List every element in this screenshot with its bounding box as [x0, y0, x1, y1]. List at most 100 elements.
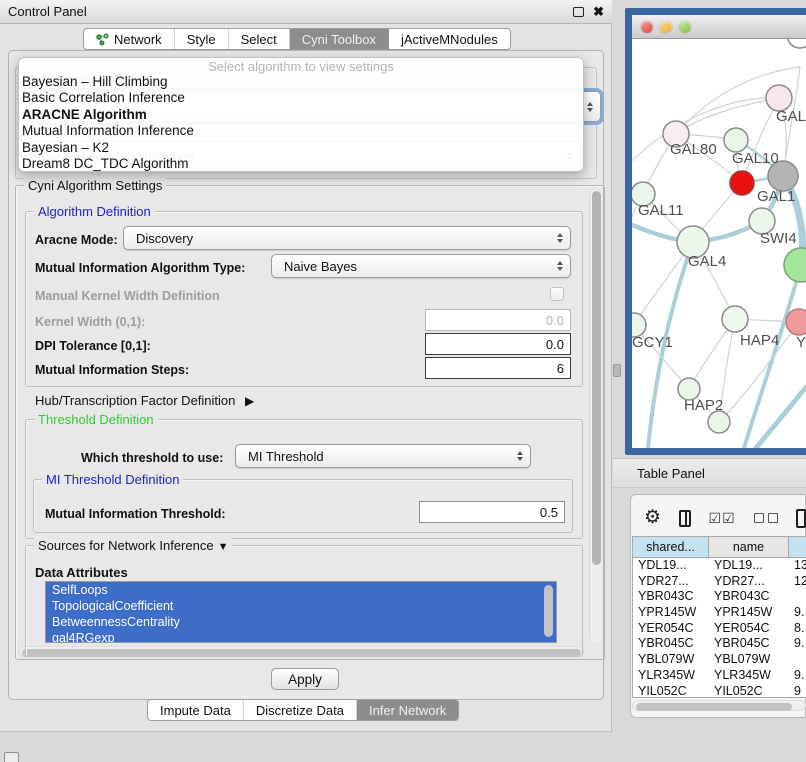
document-icon[interactable] [796, 509, 806, 528]
tab-cyni-toolbox[interactable]: Cyni Toolbox [290, 29, 389, 49]
expand-right-icon: ▶ [245, 394, 254, 408]
manual-kernel-width-checkbox[interactable] [550, 287, 564, 301]
mac-zoom-icon[interactable] [679, 21, 691, 33]
tab-infer-network[interactable]: Infer Network [357, 700, 458, 720]
select-all-checks-icon[interactable]: ☑☑ [709, 510, 736, 527]
algorithm-option[interactable]: Dream8 DC_TDC Algorithm [19, 156, 583, 172]
table-row[interactable]: YPR145WYPR145W9. [633, 605, 806, 621]
data-attribute-item[interactable]: BetweennessCentrality [46, 614, 556, 630]
algorithm-dropdown-popup: Select algorithm to view settings Bayesi… [18, 57, 584, 172]
table-row[interactable]: YBL079WYBL079W [633, 652, 806, 668]
table-cell: 9 [789, 684, 806, 699]
network-node[interactable] [784, 248, 806, 282]
network-graph: GALGAL80GAL10GAL1GAL11SWI4GAL4GCY1HAP4YH… [632, 39, 806, 448]
tab-select[interactable]: Select [229, 29, 290, 49]
mi-algorithm-type-combo[interactable]: Naive Bayes [271, 254, 571, 278]
table-cell: YDL19... [633, 558, 709, 574]
network-view-titlebar[interactable] [632, 15, 806, 39]
algorithm-option[interactable]: Bayesian – K2 [19, 140, 583, 156]
network-node[interactable] [708, 411, 730, 433]
tab-network[interactable]: Network [84, 29, 175, 49]
network-node[interactable] [787, 39, 806, 48]
column-header[interactable]: shared... [633, 537, 709, 557]
data-attribute-item[interactable]: gal4RGexp [46, 630, 556, 643]
table-cell: 9. [789, 636, 806, 652]
manual-kernel-width-label: Manual Kernel Width Definition [35, 289, 220, 303]
algorithm-option[interactable]: Basic Correlation Inference [19, 90, 583, 106]
mi-steps-label: Mutual Information Steps: [35, 363, 189, 377]
close-icon[interactable]: ✖ [593, 7, 604, 17]
aracne-mode-value: Discovery [124, 231, 193, 246]
settings-vertical-scrollbar-thumb[interactable] [592, 191, 601, 565]
table-cell: 9. [789, 668, 806, 684]
kernel-width-field[interactable]: 0.0 [425, 309, 571, 331]
mi-threshold-field[interactable]: 0.5 [419, 501, 565, 523]
split-columns-icon[interactable] [679, 510, 691, 527]
table-row[interactable]: YBR045CYBR045C9. [633, 636, 806, 652]
algorithm-list: Bayesian – Hill ClimbingBasic Correlatio… [19, 74, 583, 172]
gear-icon[interactable]: ⚙ [644, 508, 661, 528]
algorithm-option[interactable]: ARACNE Algorithm [19, 107, 583, 123]
data-attribute-item[interactable]: TopologicalCoefficient [46, 598, 556, 614]
table-row[interactable]: YDR27...YDR27...12 [633, 574, 806, 590]
apply-button[interactable]: Apply [271, 668, 339, 690]
corner-widget-icon[interactable] [4, 752, 19, 762]
table-cell: 9. [789, 605, 806, 621]
float-window-icon[interactable] [573, 7, 584, 17]
mac-minimize-icon[interactable] [660, 21, 672, 33]
table-cell: YIL052C [633, 684, 709, 699]
dpi-tolerance-field[interactable]: 0.0 [425, 333, 571, 355]
sources-title: Sources for Network Inference▼ [34, 538, 232, 553]
table-row[interactable]: YDL19...YDL19...13 [633, 558, 806, 574]
which-threshold-combo[interactable]: MI Threshold [235, 444, 531, 468]
data-attributes-label: Data Attributes [35, 565, 128, 580]
network-node-y[interactable] [786, 309, 806, 335]
data-attribute-item[interactable]: SelfLoops [46, 582, 556, 598]
table-cell: YPR145W [633, 605, 709, 621]
node-label: SWI4 [760, 230, 797, 247]
table-cell: YIL052C [709, 684, 789, 699]
network-icon [96, 33, 109, 46]
splitter-handle[interactable] [613, 364, 621, 377]
table-row[interactable]: YIL052CYIL052C9 [633, 684, 806, 699]
table-row[interactable]: YER054CYER054C8. [633, 621, 806, 637]
hub-definition-toggle[interactable]: Hub/Transcription Factor Definition ▶ [35, 393, 254, 408]
table-horizontal-scrollbar[interactable] [632, 700, 806, 711]
network-node-gal1[interactable] [730, 171, 754, 195]
tab-jactivemnodules[interactable]: jActiveMNodules [389, 29, 510, 49]
table-horizontal-scrollbar-thumb[interactable] [636, 703, 792, 711]
column-header[interactable]: name [709, 537, 789, 557]
column-header[interactable]: A [789, 537, 806, 557]
table-cell [789, 589, 806, 605]
table-row[interactable]: YLR345WYLR345W9. [633, 668, 806, 684]
table-cell: YDR27... [709, 574, 789, 590]
table-toolbar: ⚙ ☑☑ [644, 502, 806, 534]
table-cell: YBR045C [633, 636, 709, 652]
data-attributes-list[interactable]: SelfLoopsTopologicalCoefficientBetweenne… [45, 581, 557, 643]
table-cell: YLR345W [633, 668, 709, 684]
node-attribute-table[interactable]: shared...nameAYDL19...YDL19...13YDR27...… [632, 536, 806, 698]
algorithm-option[interactable]: Mutual Information Inference [19, 123, 583, 139]
deselect-all-checks-icon[interactable] [754, 513, 778, 523]
tab-style[interactable]: Style [175, 29, 229, 49]
tab-impute-data[interactable]: Impute Data [148, 700, 244, 720]
network-canvas[interactable]: GALGAL80GAL10GAL1GAL11SWI4GAL4GCY1HAP4YH… [632, 39, 806, 448]
mac-close-icon[interactable] [641, 21, 653, 33]
mi-steps-field[interactable]: 6 [425, 357, 571, 379]
node-label: GAL1 [757, 188, 795, 205]
table-row[interactable]: YBR043CYBR043C [633, 589, 806, 605]
network-node-hap4[interactable] [722, 306, 748, 332]
settings-vertical-scrollbar[interactable] [589, 189, 602, 643]
attributes-list-scrollbar-thumb[interactable] [544, 585, 553, 637]
tab-discretize-data[interactable]: Discretize Data [244, 700, 357, 720]
algorithm-option[interactable]: Bayesian – Hill Climbing [19, 74, 583, 90]
network-node-gal10[interactable] [724, 128, 748, 152]
combo-arrows-icon [557, 261, 563, 271]
table-cell: YBR043C [709, 589, 789, 605]
app-root: Control Panel ✖ NetworkStyleSelectCyni T… [0, 0, 806, 762]
collapse-down-icon: ▼ [218, 541, 229, 553]
aracne-mode-combo[interactable]: Discovery [123, 226, 571, 250]
node-label: GAL11 [638, 202, 684, 219]
table-cell: 12 [789, 574, 806, 590]
node-label: HAP4 [740, 332, 779, 349]
